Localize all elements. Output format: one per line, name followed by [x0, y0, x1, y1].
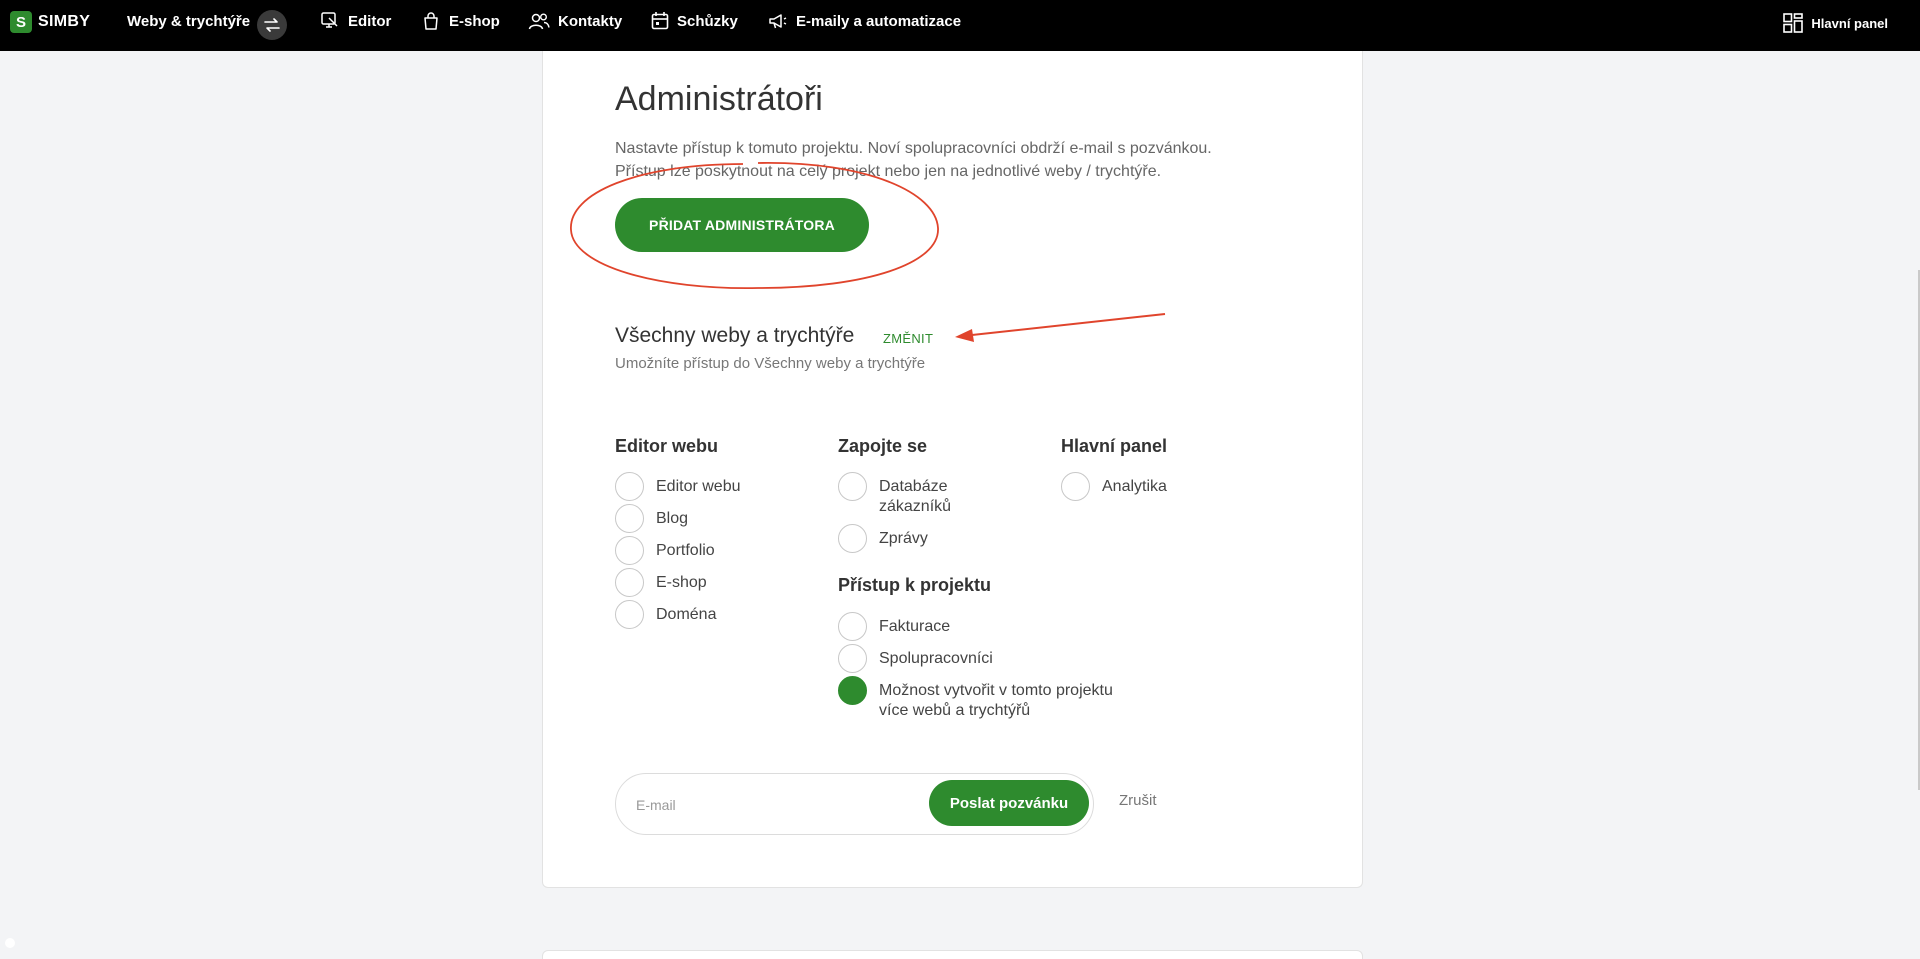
nav-dashboard[interactable]: Hlavní panel	[1783, 13, 1888, 33]
radio-customer-db[interactable]	[838, 472, 867, 501]
permission-collaborators[interactable]: Spolupracovníci	[838, 644, 993, 673]
megaphone-icon	[769, 14, 787, 29]
switch-icon	[264, 18, 280, 32]
permission-messages[interactable]: Zprávy	[838, 524, 928, 553]
logo-text: SIMBY	[38, 13, 91, 30]
switch-project-button[interactable]	[257, 10, 287, 40]
permission-label-line-2: více webů a trychtýřů	[879, 702, 1031, 719]
permission-label: Fakturace	[879, 618, 951, 635]
dashboard-heading: Hlavní panel	[1061, 436, 1168, 456]
nav-meetings[interactable]: Schůzky	[651, 11, 738, 31]
permission-blog[interactable]: Blog	[615, 504, 689, 533]
nav-editor[interactable]: Editor	[320, 11, 391, 31]
permission-analytics[interactable]: Analytika	[1061, 472, 1167, 501]
web-editor-heading: Editor webu	[615, 436, 718, 456]
engage-heading: Zapojte se	[838, 436, 928, 456]
permission-portfolio[interactable]: Portfolio	[615, 536, 715, 565]
nav-meetings-label: Schůzky	[677, 12, 738, 30]
permission-label-line-2: zákazníků	[879, 498, 952, 515]
permission-label: Editor webu	[656, 478, 741, 495]
permission-label-line-1: Databáze	[879, 478, 948, 495]
shopping-bag-icon	[424, 12, 438, 30]
nav-dashboard-label: Hlavní panel	[1811, 15, 1888, 31]
permission-label: Blog	[656, 510, 689, 527]
permission-domain[interactable]: Doména	[615, 600, 717, 629]
permission-label: Doména	[656, 606, 717, 623]
cancel-link[interactable]: Zrušit	[1119, 792, 1157, 809]
nav-emails-label: E-maily a automatizace	[796, 12, 962, 30]
nav-eshop[interactable]: E-shop	[421, 11, 500, 31]
permission-label: Zprávy	[879, 530, 928, 547]
permission-label-line-1: Možnost vytvořit v tomto projektu	[879, 682, 1113, 699]
send-invite-button[interactable]: Poslat pozvánku	[929, 780, 1089, 826]
next-card	[542, 950, 1363, 959]
admins-description-line-1: Nastavte přístup k tomuto projektu. Noví…	[615, 140, 1212, 157]
radio-create-sites[interactable]	[838, 676, 867, 705]
scope-title: Všechny weby a trychtýře	[615, 324, 855, 347]
email-input[interactable]	[636, 794, 896, 816]
add-admin-button[interactable]: PŘIDAT ADMINISTRÁTORA	[615, 198, 869, 252]
radio-web-editor[interactable]	[615, 472, 644, 501]
permission-label: Spolupracovníci	[879, 650, 993, 667]
nav-emails[interactable]: E-maily a automatizace	[768, 11, 961, 31]
admins-description: Nastavte přístup k tomuto projektu. Noví…	[615, 137, 1255, 183]
admins-description-line-2: Přístup lze poskytnout na celý projekt n…	[615, 163, 1162, 180]
nav-contacts[interactable]: Kontakty	[528, 11, 622, 31]
corner-dot	[5, 938, 15, 948]
calendar-icon	[651, 12, 669, 30]
permission-label: Možnost vytvořit v tomto projektu více w…	[879, 681, 1113, 721]
permission-web-editor[interactable]: Editor webu	[615, 472, 741, 501]
radio-analytics[interactable]	[1061, 472, 1090, 501]
nav-contacts-label: Kontakty	[558, 12, 623, 30]
radio-collaborators[interactable]	[838, 644, 867, 673]
change-scope-link[interactable]: ZMĚNIT	[883, 331, 933, 346]
radio-messages[interactable]	[838, 524, 867, 553]
radio-eshop[interactable]	[615, 568, 644, 597]
simby-logo[interactable]: S SIMBY	[10, 11, 90, 33]
page-title: Administrátoři	[615, 80, 823, 118]
project-access-heading: Přístup k projektu	[838, 575, 992, 595]
contacts-icon	[528, 13, 550, 30]
nav-eshop-label: E-shop	[449, 12, 500, 30]
permission-create-sites[interactable]: Možnost vytvořit v tomto projektu více w…	[838, 676, 1113, 721]
radio-blog[interactable]	[615, 504, 644, 533]
permission-billing[interactable]: Fakturace	[838, 612, 951, 641]
permission-label: E-shop	[656, 574, 707, 591]
dashboard-icon	[1783, 13, 1804, 33]
permission-label: Analytika	[1102, 478, 1167, 495]
project-name[interactable]: Weby & trychtýře	[127, 13, 250, 30]
permission-label: Databáze zákazníků	[879, 477, 951, 517]
radio-billing[interactable]	[838, 612, 867, 641]
nav-editor-label: Editor	[348, 12, 392, 30]
radio-domain[interactable]	[615, 600, 644, 629]
permission-label: Portfolio	[656, 542, 715, 559]
permission-customer-db[interactable]: Databáze zákazníků	[838, 472, 951, 517]
editor-icon	[321, 12, 338, 28]
scope-description: Umožníte přístup do Všechny weby a trych…	[615, 355, 926, 372]
radio-portfolio[interactable]	[615, 536, 644, 565]
logo-mark: S	[10, 11, 32, 33]
top-navigation-bar: S SIMBY Weby & trychtýře Editor E-shop K…	[0, 0, 1920, 51]
permission-eshop[interactable]: E-shop	[615, 568, 707, 597]
